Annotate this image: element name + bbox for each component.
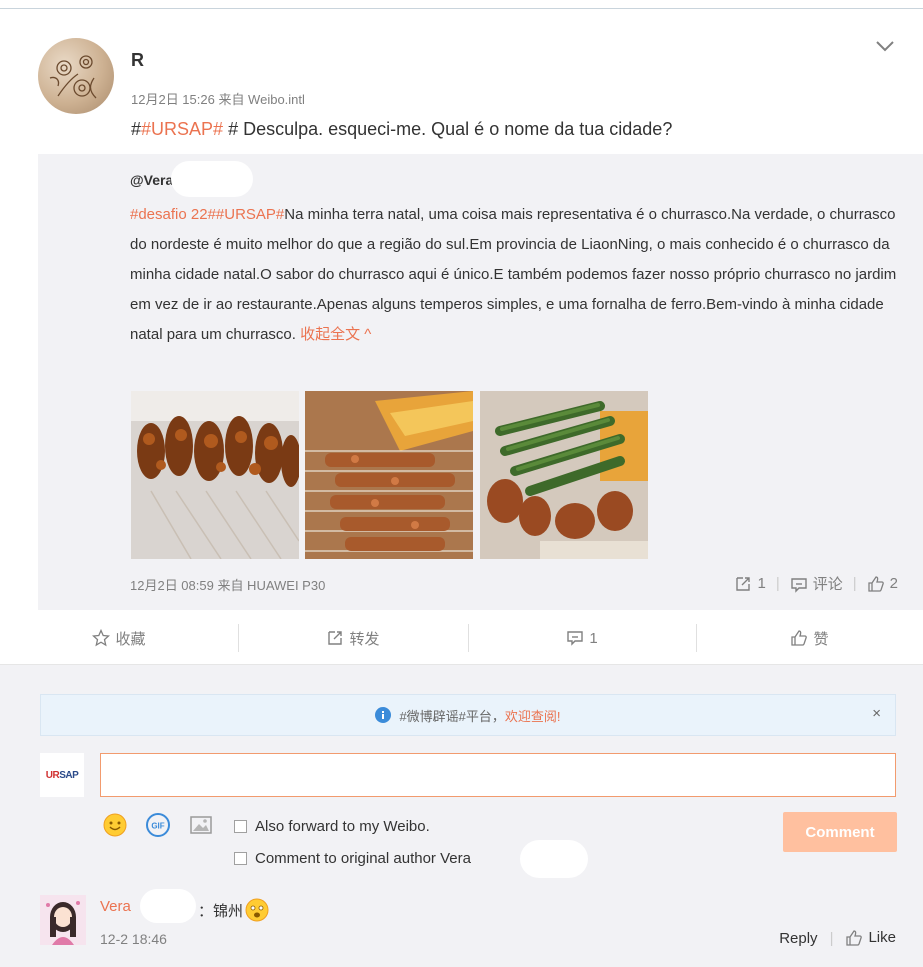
repost-username[interactable]: @Vera	[130, 172, 173, 188]
post-text-body: # Desculpa. esqueci-me. Qual é o nome da…	[223, 119, 673, 139]
thumbs-up-icon	[791, 630, 808, 646]
repost-comment-label: 评论	[812, 576, 843, 593]
top-border	[0, 8, 923, 9]
reply-button[interactable]: Reply	[779, 930, 817, 947]
repost-like[interactable]: 2	[867, 575, 898, 593]
repost-topic-links[interactable]: #desafio 22##URSAP#	[130, 206, 284, 223]
my-avatar-text-a: UR	[45, 769, 60, 781]
collapse-full-text-link[interactable]: 收起全文 ^	[300, 326, 371, 343]
emoji-icon[interactable]	[103, 813, 127, 837]
favorite-label: 收藏	[115, 630, 146, 648]
post-username[interactable]: R	[131, 50, 144, 71]
svg-text:GIF: GIF	[151, 822, 164, 831]
also-forward-option[interactable]: Also forward to my Weibo.	[234, 818, 430, 835]
comment-like-label: Like	[868, 929, 896, 946]
post-hash: #	[131, 119, 142, 139]
repost-body: Na minha terra natal, uma coisa mais rep…	[130, 206, 897, 343]
repost-card: @Vera #desafio 22##URSAP#Na minha terra …	[38, 154, 923, 610]
repost-text: #desafio 22##URSAP#Na minha terra natal,…	[130, 200, 908, 350]
comment-original-option[interactable]: Comment to original author Vera	[234, 850, 471, 867]
comment-time: 12-2 18:46	[100, 931, 167, 947]
comment-like-button[interactable]: Like	[845, 929, 896, 947]
scared-emoji-icon	[245, 898, 269, 922]
repost-like-count: 2	[889, 574, 898, 592]
repost-photo-1[interactable]	[131, 391, 299, 559]
comment-original-checkbox[interactable]	[234, 852, 247, 865]
commenter-name[interactable]: Vera	[100, 898, 131, 915]
gif-icon[interactable]: GIF	[146, 813, 170, 837]
favorite-button[interactable]: 收藏	[0, 612, 238, 664]
my-avatar-text-b: SAP	[59, 769, 79, 781]
commenter-avatar[interactable]	[40, 895, 86, 945]
comment-icon	[791, 578, 807, 593]
info-icon	[375, 707, 392, 723]
notice-text: #微博辟谣#平台，	[399, 708, 505, 724]
name-redaction	[140, 889, 196, 923]
comment-count: 1	[589, 629, 598, 647]
repost-actions: 1 | 评论 | 2	[734, 573, 898, 594]
comment-original-label: Comment to original author Vera	[255, 850, 471, 867]
post-topic-link[interactable]: #URSAP#	[141, 119, 223, 139]
chevron-down-icon[interactable]	[874, 38, 896, 54]
post-text: ##URSAP# # Desculpa. esqueci-me. Qual é …	[131, 119, 672, 140]
rumor-notice-banner: #微博辟谣#平台， 欢迎查阅! ×	[40, 694, 896, 736]
repost-photo-2[interactable]	[305, 391, 473, 559]
post-action-bar: 收藏 转发 1 赞	[0, 612, 923, 664]
notice-close-button[interactable]: ×	[872, 705, 881, 722]
forward-icon	[328, 631, 343, 645]
forward-label: 转发	[349, 630, 380, 648]
thumbs-up-icon	[846, 930, 863, 946]
repost-forward-count: 1	[757, 574, 766, 592]
comment-input[interactable]	[100, 753, 896, 797]
thumbs-up-icon	[868, 575, 884, 592]
repost-comment[interactable]: 评论	[790, 573, 843, 594]
repost-photo-3[interactable]	[480, 391, 648, 559]
notice-link[interactable]: 欢迎查阅!	[505, 706, 561, 725]
comment-text: ：锦州	[198, 898, 269, 922]
user-avatar[interactable]	[38, 38, 114, 114]
repost-forward[interactable]: 1	[734, 574, 766, 593]
my-avatar[interactable]: UR SAP	[40, 753, 84, 797]
star-icon	[92, 629, 111, 647]
comment-submit-button[interactable]: Comment	[783, 812, 897, 852]
post-meta: 12月2日 15:26 来自 Weibo.intl	[131, 92, 305, 107]
like-button[interactable]: 赞	[696, 612, 923, 664]
like-label: 赞	[813, 630, 829, 648]
image-icon[interactable]	[189, 813, 213, 837]
also-forward-label: Also forward to my Weibo.	[255, 818, 430, 835]
comment-body: ：锦州	[198, 902, 244, 920]
comment-tab-button[interactable]: 1	[468, 612, 696, 664]
comment-actions: Reply | Like	[779, 929, 896, 947]
forward-icon	[736, 576, 751, 591]
comment-icon	[567, 631, 584, 646]
also-forward-checkbox[interactable]	[234, 820, 247, 833]
name-redaction	[171, 161, 253, 197]
name-redaction	[520, 840, 588, 878]
repost-meta: 12月2日 08:59 来自 HUAWEI P30	[130, 578, 326, 593]
forward-button[interactable]: 转发	[238, 612, 468, 664]
